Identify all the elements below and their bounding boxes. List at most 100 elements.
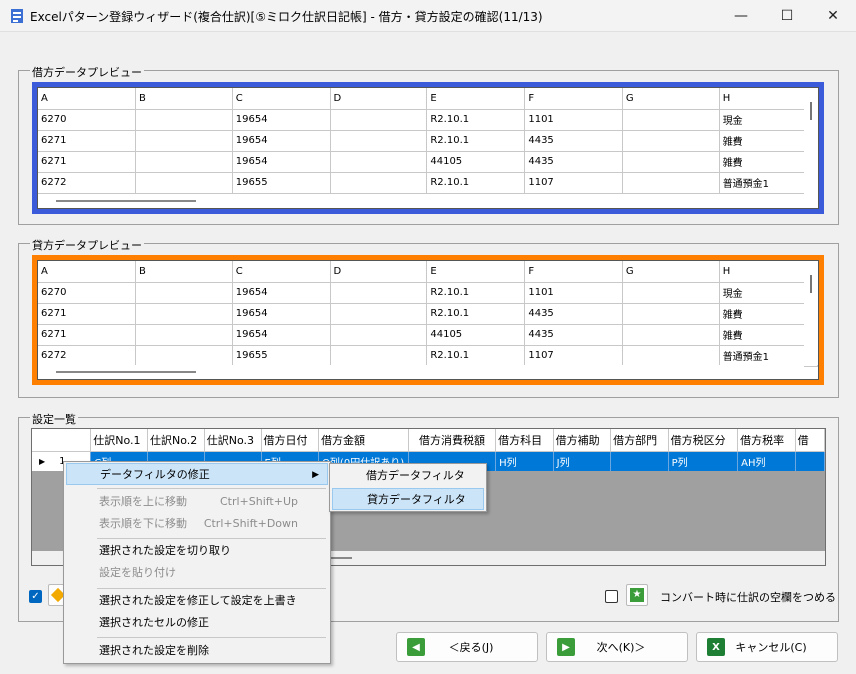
credit-table-cell[interactable] [330, 345, 428, 367]
debit-table-cell[interactable] [622, 109, 720, 131]
debit-table-row[interactable]: 6272 19655 R2.10.1 1107 普通預金1 [38, 172, 818, 194]
credit-table-cell[interactable]: 6270 [38, 282, 136, 304]
settings-column-header[interactable]: 仕訳No.3 [204, 429, 262, 452]
submenu-item-credit-filter[interactable]: 貸方データフィルタ [332, 488, 484, 510]
settings-column-header[interactable]: 借方日付 [261, 429, 320, 452]
close-button[interactable]: ✕ [810, 0, 856, 32]
debit-table-cell[interactable]: 19654 [232, 109, 331, 131]
menu-item-delete-setting[interactable]: 選択された設定を削除 [66, 640, 328, 662]
credit-table-cell[interactable]: R2.10.1 [426, 345, 526, 367]
credit-table-cell[interactable]: 19654 [232, 282, 331, 304]
credit-table-row[interactable]: 6272 19655 R2.10.1 1107 普通預金1 [38, 345, 818, 367]
debit-table-row[interactable]: 6270 19654 R2.10.1 1101 現金 [38, 109, 818, 131]
debit-table-cell[interactable] [135, 172, 233, 194]
credit-table-cell[interactable] [330, 303, 428, 325]
debit-table-cell[interactable]: 雑費 [719, 130, 818, 152]
menu-item-paste-setting[interactable]: 設定を貼り付け [66, 562, 328, 584]
settings-column-header[interactable] [32, 429, 92, 452]
settings-column-header[interactable]: 借 [795, 429, 825, 452]
settings-column-header[interactable]: 借方税率 [737, 429, 796, 452]
debit-table-row[interactable]: 6271 19654 R2.10.1 4435 雑費 [38, 130, 818, 152]
debit-table-cell[interactable] [330, 130, 428, 152]
settings-checkbox[interactable]: ✓ [29, 590, 42, 603]
credit-table-cell[interactable]: 4435 [524, 324, 623, 346]
debit-table-cell[interactable]: 雑費 [719, 151, 818, 173]
credit-table-cell[interactable]: R2.10.1 [426, 303, 526, 325]
debit-table-cell[interactable]: 6271 [38, 151, 136, 173]
debit-table-cell[interactable]: 19654 [232, 151, 331, 173]
compact-blank-checkbox[interactable] [605, 590, 618, 603]
credit-table-cell[interactable]: 雑費 [719, 303, 818, 325]
credit-table-row[interactable]: 6270 19654 R2.10.1 1101 現金 [38, 282, 818, 304]
credit-horizontal-scrollbar[interactable] [38, 365, 804, 379]
credit-table-cell[interactable]: 6271 [38, 324, 136, 346]
minimize-button[interactable]: — [718, 0, 764, 32]
credit-table-cell[interactable]: 4435 [524, 303, 623, 325]
credit-table-cell[interactable]: 雑費 [719, 324, 818, 346]
back-button[interactable]: ◀ ＜戻る(J) [396, 632, 538, 662]
debit-table-cell[interactable] [622, 172, 720, 194]
credit-table-cell[interactable]: 44105 [426, 324, 526, 346]
debit-table-cell[interactable]: 19654 [232, 130, 331, 152]
settings-table-cell[interactable]: H列 [495, 451, 554, 471]
credit-table-cell[interactable]: 6272 [38, 345, 136, 367]
credit-table-cell[interactable]: 6271 [38, 303, 136, 325]
credit-vertical-scrollbar[interactable] [804, 261, 818, 365]
debit-table-cell[interactable]: 1107 [524, 172, 623, 194]
debit-table-cell[interactable]: 19655 [232, 172, 331, 194]
menu-item-overwrite-setting[interactable]: 選択された設定を修正して設定を上書き [66, 590, 328, 612]
debit-table-cell[interactable]: 4435 [524, 130, 623, 152]
menu-item-edit-cell[interactable]: 選択されたセルの修正 [66, 612, 328, 634]
debit-table-cell[interactable] [330, 109, 428, 131]
credit-table-cell[interactable] [622, 345, 720, 367]
credit-table-cell[interactable] [135, 345, 233, 367]
debit-table-cell[interactable]: R2.10.1 [426, 172, 526, 194]
debit-table-row[interactable]: 6271 19654 44105 4435 雑費 [38, 151, 818, 173]
credit-table-cell[interactable]: 1107 [524, 345, 623, 367]
settings-table-cell[interactable]: AH列 [737, 451, 796, 471]
credit-table-row[interactable]: 6271 19654 44105 4435 雑費 [38, 324, 818, 346]
debit-table-cell[interactable] [330, 151, 428, 173]
submenu-item-debit-filter[interactable]: 借方データフィルタ [332, 465, 484, 487]
credit-table-cell[interactable]: 19655 [232, 345, 331, 367]
credit-table-cell[interactable] [135, 282, 233, 304]
credit-table-cell[interactable]: 19654 [232, 324, 331, 346]
debit-table-cell[interactable] [135, 151, 233, 173]
menu-item-edit-data-filter[interactable]: データフィルタの修正 ▶ [66, 463, 328, 485]
settings-column-header[interactable]: 仕訳No.1 [90, 429, 149, 452]
debit-table-cell[interactable]: R2.10.1 [426, 109, 526, 131]
debit-table-cell[interactable]: R2.10.1 [426, 130, 526, 152]
debit-table-cell[interactable] [330, 172, 428, 194]
debit-table-cell[interactable] [622, 151, 720, 173]
debit-table-cell[interactable] [622, 130, 720, 152]
debit-table-cell[interactable]: 6272 [38, 172, 136, 194]
credit-table-row[interactable]: 6271 19654 R2.10.1 4435 雑費 [38, 303, 818, 325]
settings-column-header[interactable]: 借方税区分 [668, 429, 739, 452]
debit-vertical-scrollbar[interactable] [804, 88, 818, 194]
credit-table-cell[interactable]: 19654 [232, 303, 331, 325]
debit-table-cell[interactable] [135, 130, 233, 152]
credit-table-cell[interactable] [622, 282, 720, 304]
settings-column-header[interactable]: 借方金額 [318, 429, 409, 452]
debit-preview-grid[interactable]: A B C D E F G H 6270 19654 R2.10.1 1101 現金 6271 19654 R… [37, 87, 819, 209]
star-icon[interactable]: ★ [626, 584, 648, 606]
debit-table-cell[interactable]: 4435 [524, 151, 623, 173]
debit-table-cell[interactable]: 現金 [719, 109, 818, 131]
debit-horizontal-scrollbar[interactable] [38, 194, 804, 208]
credit-table-cell[interactable] [135, 303, 233, 325]
settings-table-cell[interactable] [610, 451, 669, 471]
credit-table-cell[interactable]: R2.10.1 [426, 282, 526, 304]
settings-table-cell[interactable]: P列 [668, 451, 739, 471]
next-button[interactable]: ▶ 次へ(K)＞ [546, 632, 688, 662]
credit-table-cell[interactable] [135, 324, 233, 346]
settings-column-header[interactable]: 仕訳No.2 [147, 429, 205, 452]
credit-table-cell[interactable]: 普通預金1 [719, 345, 818, 367]
settings-table-cell[interactable]: J列 [553, 451, 612, 471]
credit-table-cell[interactable]: 1101 [524, 282, 623, 304]
debit-table-cell[interactable] [135, 109, 233, 131]
menu-item-cut-setting[interactable]: 選択された設定を切り取り [66, 540, 328, 562]
cancel-button[interactable]: X キャンセル(C) [696, 632, 838, 662]
credit-table-cell[interactable] [330, 324, 428, 346]
settings-column-header[interactable]: 借方部門 [610, 429, 669, 452]
credit-table-cell[interactable]: 現金 [719, 282, 818, 304]
